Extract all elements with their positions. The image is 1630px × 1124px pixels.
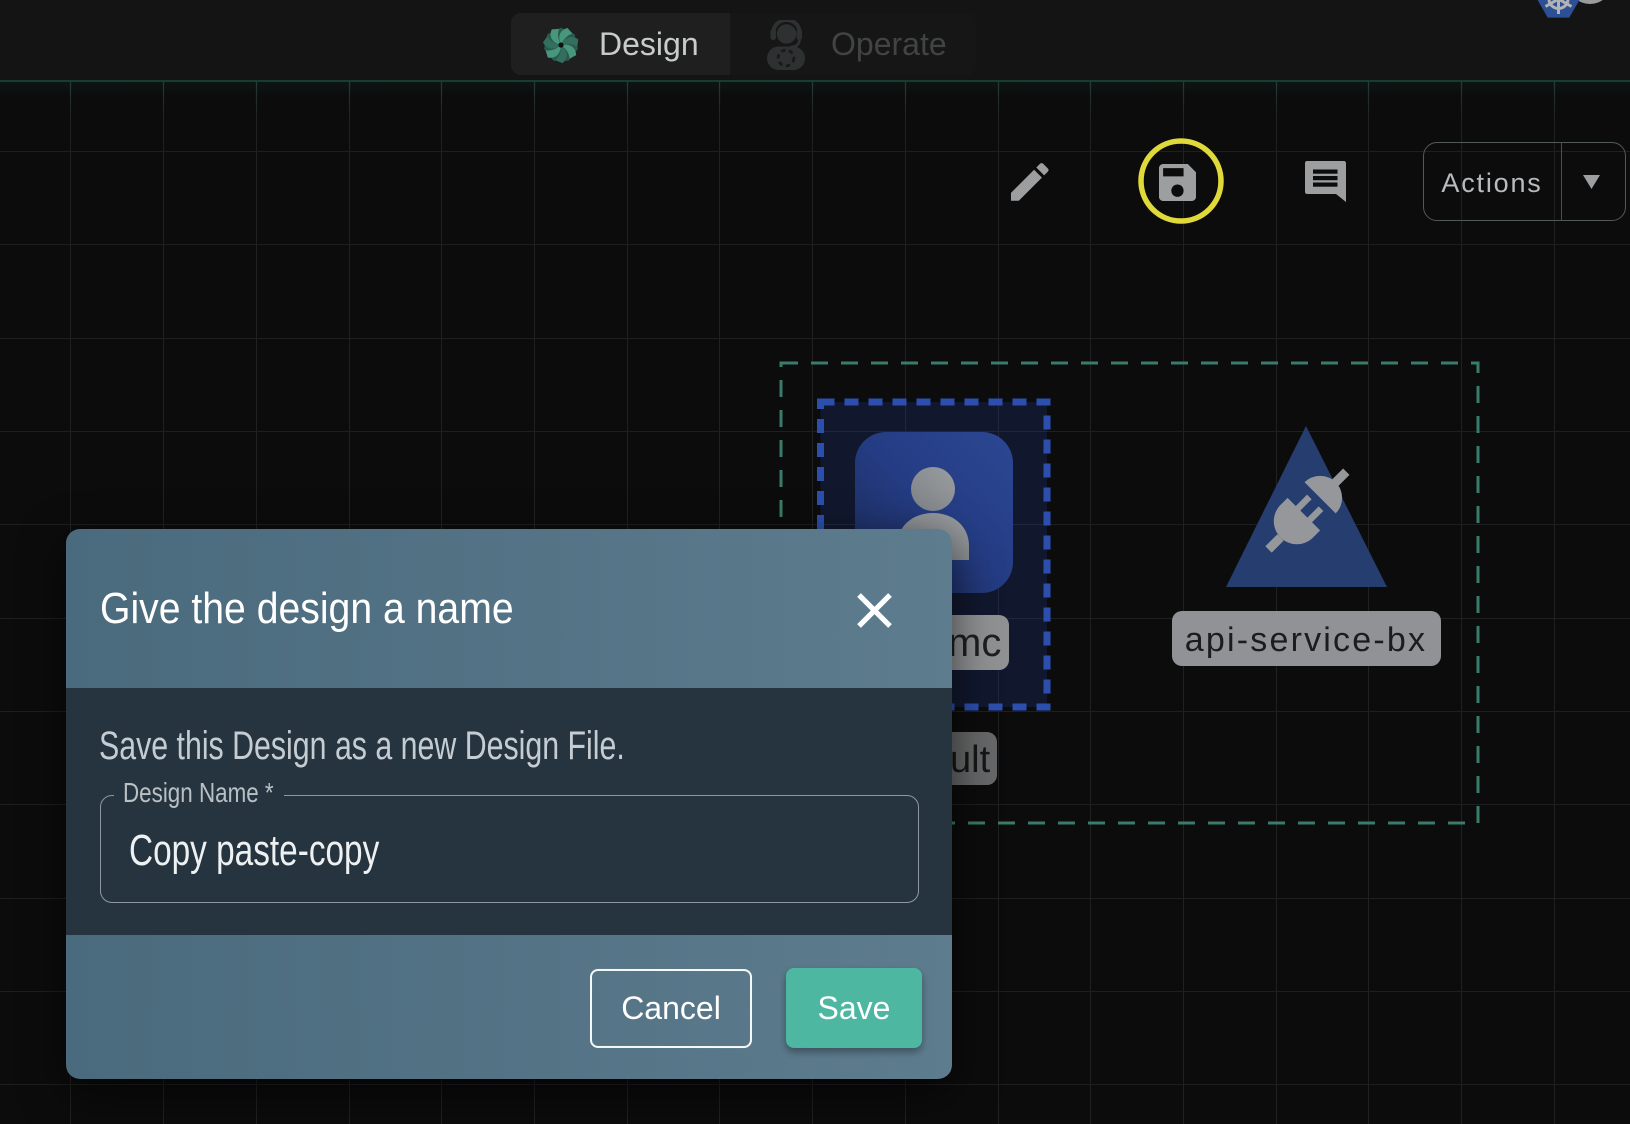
svg-text:ult: ult (950, 739, 991, 781)
svg-text:mc: mc (948, 621, 1001, 665)
svg-text:api-service-bx: api-service-bx (1185, 621, 1427, 659)
